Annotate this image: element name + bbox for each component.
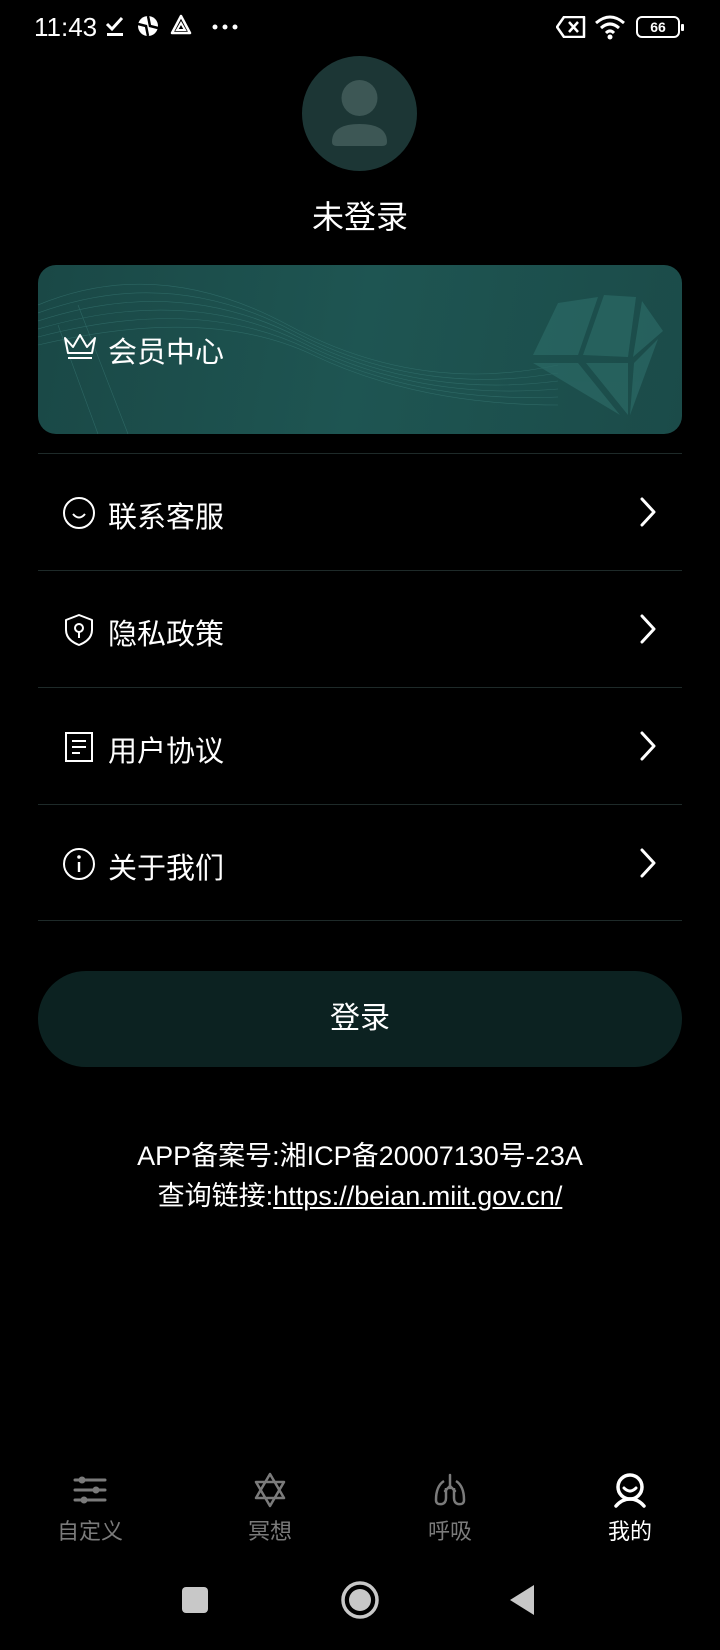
nav-label: 冥想 <box>247 1520 292 1545</box>
nav-label: 自定义 <box>56 1520 123 1545</box>
menu-item-label: 隐私政策 <box>108 617 225 651</box>
nav-tab-breathing[interactable]: 呼吸 <box>360 1460 540 1546</box>
member-center-card[interactable]: 会员中心 <box>38 265 682 434</box>
icp-query-prefix: 查询链接: <box>157 1181 274 1211</box>
app-icon <box>137 15 159 37</box>
login-button[interactable]: 登录 <box>38 971 682 1067</box>
sim-off-icon <box>556 16 586 38</box>
settings-menu: 联系客服 隐私政策 用户协议 关于我们 <box>38 453 682 921</box>
menu-item-label: 用户协议 <box>108 734 225 768</box>
nav-tab-custom[interactable]: 自定义 <box>0 1460 180 1546</box>
star-icon <box>254 1472 286 1508</box>
recent-apps-button[interactable] <box>180 1585 210 1615</box>
menu-item-contact-support[interactable]: 联系客服 <box>38 453 682 570</box>
wifi-icon <box>595 15 625 40</box>
check-icon <box>105 16 124 36</box>
crown-icon <box>64 334 96 359</box>
nav-label: 我的 <box>607 1520 652 1545</box>
chevron-right-icon <box>640 614 656 644</box>
icp-query-line: 查询链接:https://beian.miit.gov.cn/ <box>0 1176 720 1216</box>
chevron-right-icon <box>640 731 656 761</box>
icp-info: APP备案号:湘ICP备20007130号-23A 查询链接:https://b… <box>0 1136 720 1216</box>
profile-icon <box>614 1473 646 1508</box>
info-icon <box>63 848 95 880</box>
smile-icon <box>63 497 95 529</box>
more-dots-icon <box>212 24 238 30</box>
shield-icon <box>65 614 93 646</box>
bottom-nav: 自定义 冥想 呼吸 我的 <box>0 1460 720 1560</box>
status-time: 11:43 <box>34 12 98 42</box>
document-icon <box>65 732 93 762</box>
battery-icon: 66 <box>636 16 684 38</box>
chevron-right-icon <box>640 848 656 878</box>
member-center-label: 会员中心 <box>108 335 225 369</box>
menu-item-label: 关于我们 <box>108 851 225 885</box>
login-status[interactable]: 未登录 <box>0 192 720 238</box>
back-button[interactable] <box>508 1583 536 1617</box>
menu-item-about-us[interactable]: 关于我们 <box>38 804 682 921</box>
triangle-icon <box>170 14 192 35</box>
nav-label: 呼吸 <box>427 1520 472 1545</box>
menu-item-user-agreement[interactable]: 用户协议 <box>38 687 682 804</box>
user-icon <box>332 80 387 146</box>
lungs-icon <box>434 1473 466 1506</box>
avatar[interactable] <box>302 56 417 171</box>
home-button[interactable] <box>340 1580 380 1620</box>
nav-tab-mine[interactable]: 我的 <box>540 1460 720 1546</box>
icp-query-link[interactable]: https://beian.miit.gov.cn/ <box>273 1181 562 1211</box>
icp-number: APP备案号:湘ICP备20007130号-23A <box>137 1141 583 1171</box>
chevron-right-icon <box>640 497 656 527</box>
menu-item-privacy-policy[interactable]: 隐私政策 <box>38 570 682 687</box>
menu-item-label: 联系客服 <box>108 500 225 534</box>
system-nav-bar <box>0 1575 720 1635</box>
status-bar: 11:43 66 <box>0 0 720 54</box>
sliders-icon <box>73 1476 107 1504</box>
nav-tab-meditation[interactable]: 冥想 <box>180 1460 360 1546</box>
